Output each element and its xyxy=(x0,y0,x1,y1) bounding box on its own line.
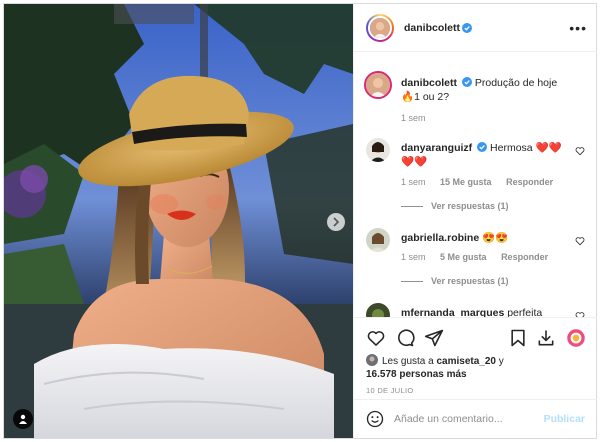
author-avatar[interactable] xyxy=(366,13,394,42)
caption-avatar[interactable] xyxy=(364,71,392,99)
comment-input[interactable] xyxy=(394,410,539,428)
first-liker[interactable]: camiseta_20 xyxy=(436,356,496,367)
comment-text: perfeita xyxy=(507,307,543,317)
comment-avatar[interactable] xyxy=(366,138,390,162)
view-replies-button[interactable]: Ver respuestas (1) xyxy=(401,276,509,286)
next-photo-button[interactable] xyxy=(327,213,345,231)
avatar-image xyxy=(366,354,378,366)
heart-icon xyxy=(367,331,385,346)
view-replies-label: Ver respuestas (1) xyxy=(431,276,509,286)
comment-like-heart-icon[interactable] xyxy=(575,146,585,156)
others-count[interactable]: 16.578 personas más xyxy=(366,369,467,380)
comment-bubble-icon xyxy=(398,329,415,347)
post-header: danibcolett ••• xyxy=(354,4,597,52)
comment-username[interactable]: danyaranguizf xyxy=(401,142,472,154)
replies-divider xyxy=(401,280,423,282)
comment-avatar[interactable] xyxy=(366,303,390,317)
liker-avatar[interactable] xyxy=(366,354,378,366)
more-options-button[interactable]: ••• xyxy=(569,20,587,36)
extension-logo-icon xyxy=(567,329,585,347)
smiley-icon[interactable] xyxy=(366,410,384,428)
comment-time: 1 sem xyxy=(401,252,426,262)
caption-time: 1 sem xyxy=(401,113,426,123)
post-photo[interactable] xyxy=(4,4,353,438)
author-username[interactable]: danibcolett xyxy=(404,22,460,34)
download-icon xyxy=(538,330,554,346)
comments-list[interactable]: danibcolett Produção de hoje 🔥1 ou 2? 1 … xyxy=(354,53,597,317)
avatar-image xyxy=(366,303,390,317)
comment-likes[interactable]: 15 Me gusta xyxy=(440,177,492,187)
caption-body: danibcolett Produção de hoje 🔥1 ou 2? xyxy=(401,76,571,104)
reply-button[interactable]: Responder xyxy=(501,252,548,262)
comment-username[interactable]: gabriella.robine xyxy=(401,232,479,244)
comment-body: mfernanda_marques perfeita xyxy=(401,306,571,317)
reply-button[interactable]: Responder xyxy=(506,177,553,187)
comment-item: danyaranguizf Hermosa ❤️❤️❤️❤️ 1 sem 15 … xyxy=(366,138,591,218)
caption-item: danibcolett Produção de hoje 🔥1 ou 2? 1 … xyxy=(364,71,591,143)
comment-text: 😍😍 xyxy=(482,232,509,244)
tagged-people-button[interactable] xyxy=(13,409,33,429)
replies-divider xyxy=(401,205,423,207)
comment-username[interactable]: mfernanda_marques xyxy=(401,307,504,317)
comment-time: 1 sem xyxy=(401,177,426,187)
avatar-image xyxy=(366,73,390,97)
comment-meta: 1 sem 15 Me gusta Responder xyxy=(401,177,565,187)
avatar-image xyxy=(370,17,390,38)
post-actions: Les gusta a camiseta_20 y 16.578 persona… xyxy=(354,317,597,399)
view-replies-label: Ver respuestas (1) xyxy=(431,201,509,211)
likes-summary: Les gusta a camiseta_20 y 16.578 persona… xyxy=(366,354,594,381)
avatar-image xyxy=(366,228,390,252)
caption-meta: 1 sem xyxy=(401,113,438,123)
avatar-image xyxy=(366,138,390,162)
download-button[interactable] xyxy=(536,328,556,348)
bookmark-icon xyxy=(511,329,525,347)
post-container: danibcolett ••• danibcolett Produção de … xyxy=(3,3,597,439)
comment-likes[interactable]: 5 Me gusta xyxy=(440,252,487,262)
verified-badge-icon xyxy=(477,142,488,152)
post-side-panel: danibcolett ••• danibcolett Produção de … xyxy=(353,4,597,438)
chevron-right-icon xyxy=(333,217,340,227)
comment-item: gabriella.robine 😍😍 1 sem 5 Me gusta Res… xyxy=(366,228,591,298)
view-replies-button[interactable]: Ver respuestas (1) xyxy=(401,201,509,211)
comment-like-heart-icon[interactable] xyxy=(575,236,585,246)
comment-avatar[interactable] xyxy=(366,228,390,252)
comment-button[interactable] xyxy=(395,328,415,348)
portrait-photo xyxy=(4,4,353,438)
comment-item: mfernanda_marques perfeita xyxy=(366,303,591,317)
comment-meta: 1 sem 5 Me gusta Responder xyxy=(401,252,560,262)
publish-button[interactable]: Publicar xyxy=(544,413,585,425)
extension-button[interactable] xyxy=(566,328,586,348)
likes-prefix: Les gusta a xyxy=(382,356,437,367)
comment-body: gabriella.robine 😍😍 xyxy=(401,231,571,245)
share-button[interactable] xyxy=(424,328,444,348)
verified-badge-icon xyxy=(461,77,472,87)
person-tag-icon xyxy=(19,414,27,424)
likes-connector: y xyxy=(495,356,504,367)
save-button[interactable] xyxy=(508,328,528,348)
paper-plane-icon xyxy=(424,329,444,347)
post-date[interactable]: 10 DE JULIO xyxy=(366,386,413,395)
like-button[interactable] xyxy=(366,328,386,348)
comment-body: danyaranguizf Hermosa ❤️❤️❤️❤️ xyxy=(401,141,571,169)
verified-badge-icon xyxy=(462,22,473,33)
add-comment-bar: Publicar xyxy=(354,399,597,438)
caption-username[interactable]: danibcolett xyxy=(401,77,457,89)
